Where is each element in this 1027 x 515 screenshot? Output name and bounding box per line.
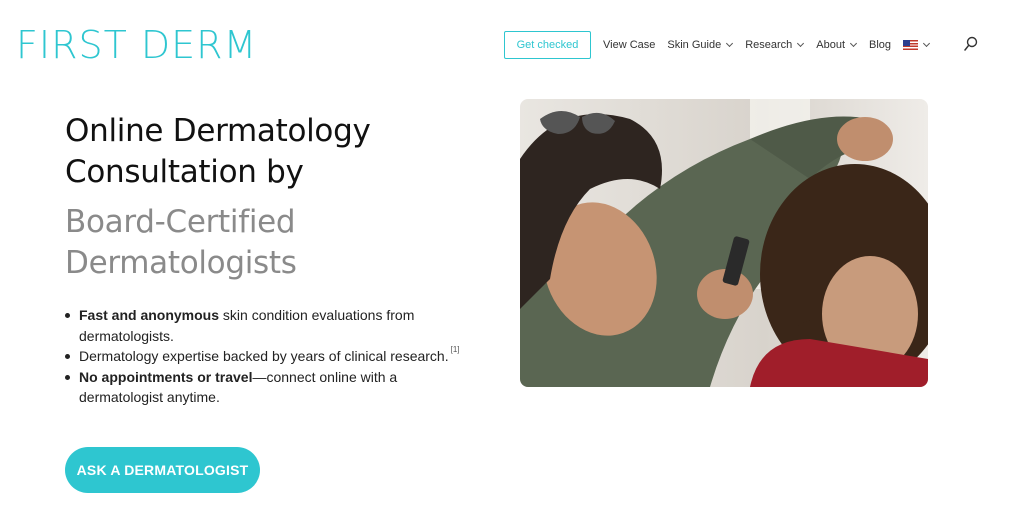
main-navigation: Get checked View Case Skin Guide Researc… [504,31,931,59]
nav-item-label: About [816,39,846,51]
feature-text: Dermatology expertise backed by years of… [79,348,449,364]
get-checked-button[interactable]: Get checked [504,31,591,59]
chevron-down-icon [849,39,858,48]
nav-item-label: Skin Guide [667,39,722,51]
nav-item-label: View Case [603,39,656,51]
chevron-down-icon [797,39,805,48]
feature-bold-text: Fast and anonymous [79,307,220,323]
chevron-down-icon [923,39,931,48]
chevron-down-icon [726,39,734,48]
list-item: No appointments or travel—connect online… [65,367,485,408]
nav-item-skin-guide[interactable]: Skin Guide [667,39,734,51]
hero-title: Online Dermatology Consultation by [65,111,485,193]
hero-subtitle-line: Dermatologists [65,245,297,281]
nav-item-blog[interactable]: Blog [869,39,891,51]
hero-subtitle-line: Board-Certified [65,204,296,240]
first-derm-logo[interactable]: FIRST DERM [16,24,257,66]
list-item: Fast and anonymous skin condition evalua… [65,305,485,346]
nav-item-label: Research [745,39,793,51]
nav-item-view-case[interactable]: View Case [603,39,655,51]
hero-title-line: Consultation by [65,154,304,190]
hero-subtitle: Board-Certified Dermatologists [65,202,485,284]
list-item: Dermatology expertise backed by years of… [65,345,485,367]
feature-bold-text: No appointments or travel [79,368,253,385]
hero-photo [520,99,928,387]
nav-item-about[interactable]: About [816,39,858,51]
search-icon[interactable] [964,36,978,52]
language-selector[interactable] [903,39,931,50]
ask-a-dermatologist-button[interactable]: ASK A DERMATOLOGIST [65,447,260,493]
feature-list: Fast and anonymous skin condition evalua… [65,305,485,408]
nav-item-label: Blog [869,39,892,51]
hero-title-line: Online Dermatology [65,113,371,149]
reference-link[interactable]: [1] [451,345,460,354]
nav-item-research[interactable]: Research [745,39,805,51]
us-flag-icon [903,40,919,50]
